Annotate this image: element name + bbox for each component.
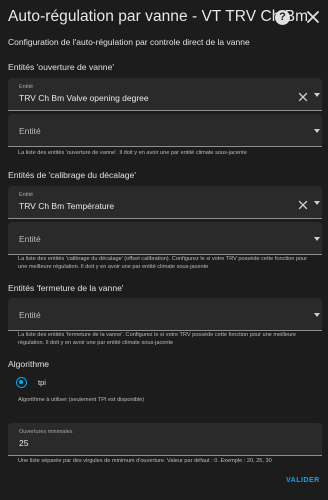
field-value: 25: [19, 438, 29, 448]
valve-regulation-dialog: Auto-régulation par vanne - VT TRV Ch Bm…: [0, 0, 328, 500]
radio-label: tpi: [38, 378, 46, 387]
field-label: Entité: [19, 192, 34, 198]
calibration-entity-field-1[interactable]: Entité TRV Ch Bm Température: [8, 186, 322, 219]
dialog-header: Auto-régulation par vanne - VT TRV Ch Bm…: [0, 0, 328, 34]
calibration-entity-field-2[interactable]: Entité: [8, 222, 322, 255]
field-placeholder: Entité: [19, 310, 41, 320]
radio-selected-dot: [19, 380, 23, 384]
opening-section-title: Entités 'ouverture de vanne': [8, 62, 114, 72]
dialog-title: Auto-régulation par vanne - VT TRV Ch Bm: [8, 8, 309, 25]
algorithm-helper-text: Algorithme à utiliser (seulement TPI est…: [18, 397, 145, 403]
opening-helper-text: La liste des entités 'ouverture de vanne…: [18, 150, 247, 156]
algorithm-radio-tpi[interactable]: tpi: [8, 374, 208, 394]
algorithm-section-title: Algorithme: [8, 359, 50, 369]
field-value: TRV Ch Bm Valve opening degree: [19, 93, 149, 103]
validate-button[interactable]: VALIDER: [286, 477, 320, 484]
field-placeholder: Entité: [19, 234, 41, 244]
field-label: Ouvertures minimales: [19, 429, 73, 435]
closing-section-title: Entités 'fermeture de la vanne': [8, 283, 124, 293]
dialog-description: Configuration de l'auto-régulation par c…: [8, 37, 250, 47]
dropdown-arrow-icon[interactable]: [314, 237, 320, 241]
min-openings-field[interactable]: Ouvertures minimales 25: [8, 423, 322, 456]
dropdown-arrow-icon[interactable]: [314, 201, 320, 205]
clear-icon[interactable]: [298, 89, 308, 102]
help-icon[interactable]: ?: [275, 10, 290, 25]
min-openings-helper-text: Une liste séparée par des virgules de mi…: [18, 458, 272, 464]
calibration-helper-text: La liste des entités 'calibrage du décal…: [18, 256, 308, 270]
closing-entity-field[interactable]: Entité: [8, 298, 322, 331]
opening-entity-field-1[interactable]: Entité TRV Ch Bm Valve opening degree: [8, 78, 322, 111]
dropdown-arrow-icon[interactable]: [314, 313, 320, 317]
field-placeholder: Entité: [19, 126, 41, 136]
opening-entity-field-2[interactable]: Entité: [8, 114, 322, 147]
clear-icon[interactable]: [298, 197, 308, 210]
calibration-section-title: Entités de 'calibrage du décalage': [8, 170, 136, 180]
field-value: TRV Ch Bm Température: [19, 201, 115, 211]
dropdown-arrow-icon[interactable]: [314, 93, 320, 97]
closing-helper-text: La liste des entités 'fermeture de la va…: [18, 332, 297, 346]
field-label: Entité: [19, 84, 34, 90]
close-icon[interactable]: [305, 9, 321, 25]
radio-button[interactable]: [16, 377, 27, 388]
dropdown-arrow-icon[interactable]: [314, 129, 320, 133]
